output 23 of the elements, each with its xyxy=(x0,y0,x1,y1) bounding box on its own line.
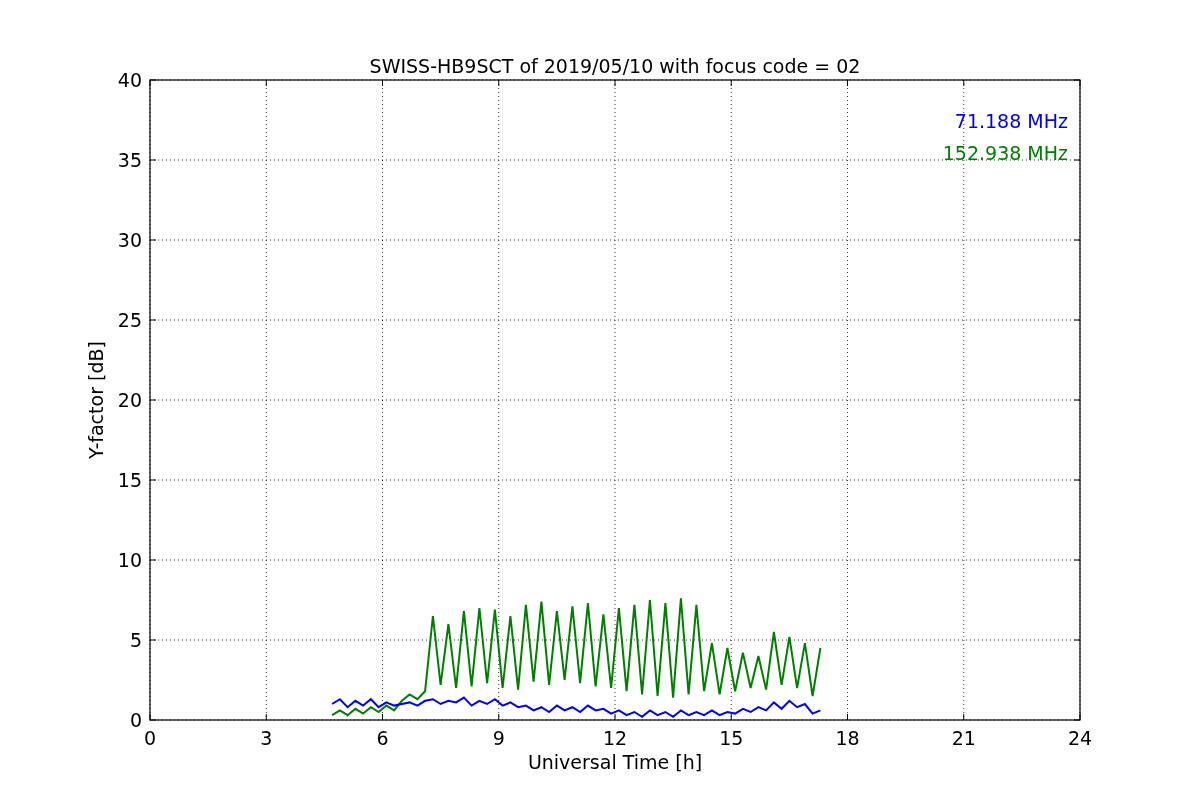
x-tick-label: 6 xyxy=(376,727,389,749)
chart-title: SWISS-HB9SCT of 2019/05/10 with focus code = 02 xyxy=(369,55,861,77)
y-tick-label: 35 xyxy=(117,149,142,171)
y-tick-label: 40 xyxy=(117,69,142,91)
y-tick-label: 30 xyxy=(117,229,142,251)
legend-label: 152.938 MHz xyxy=(942,142,1068,164)
x-axis-label: Universal Time [h] xyxy=(527,751,703,773)
x-tick-label: 9 xyxy=(492,727,505,749)
x-tick-label: 18 xyxy=(835,727,860,749)
legend-label: 71.188 MHz xyxy=(954,110,1068,132)
y-tick-label: 20 xyxy=(117,389,142,411)
y-tick-label: 5 xyxy=(129,629,142,651)
x-tick-label: 24 xyxy=(1067,727,1093,749)
y-tick-label: 10 xyxy=(117,549,142,571)
x-tick-label: 12 xyxy=(602,727,628,749)
y-tick-label: 15 xyxy=(117,469,142,491)
y-tick-label: 0 xyxy=(129,709,142,731)
x-tick-label: 3 xyxy=(260,727,273,749)
x-tick-label: 15 xyxy=(719,727,744,749)
y-tick-label: 25 xyxy=(117,309,142,331)
x-tick-label: 0 xyxy=(143,727,157,749)
y-axis-label: Y-factor [dB] xyxy=(85,341,107,459)
x-tick-label: 21 xyxy=(951,727,976,749)
